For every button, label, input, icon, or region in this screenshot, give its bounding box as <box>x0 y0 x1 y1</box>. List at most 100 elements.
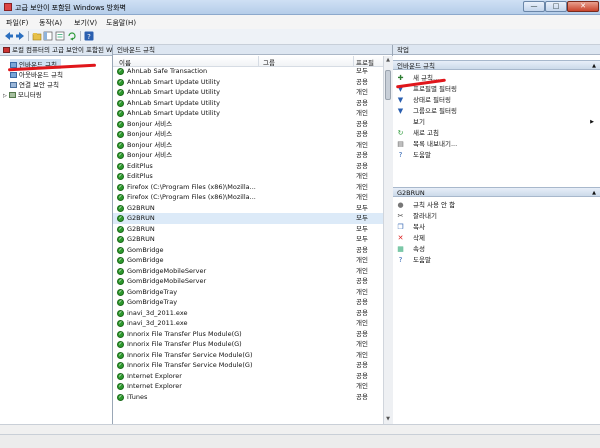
menu-file[interactable]: 파일(F) <box>6 18 28 28</box>
action-item[interactable]: ? 도움말 <box>393 255 600 266</box>
action-item[interactable]: 보기 ▶ <box>393 117 600 128</box>
action-item[interactable]: ✕ 삭제 <box>393 233 600 244</box>
table-row[interactable]: ✓ GomBridgeMobileServer 공용 <box>113 276 383 287</box>
column-separator[interactable] <box>353 56 354 66</box>
scroll-down-icon[interactable]: ▼ <box>385 416 391 424</box>
help-icon[interactable]: ? <box>84 31 94 41</box>
column-separator[interactable] <box>258 56 259 66</box>
action-item[interactable]: ❐ 복사 <box>393 222 600 233</box>
action-item[interactable]: ▼ 프로필별 필터링 <box>393 84 600 95</box>
vertical-scrollbar[interactable]: ▲ ▼ <box>383 56 393 425</box>
table-row[interactable]: ✓ AhnLab Smart Update Utility 개인 <box>113 87 383 98</box>
action-item[interactable]: ▼ 그룹으로 필터링 <box>393 106 600 117</box>
table-row[interactable]: ✓ Internet Explorer 개인 <box>113 381 383 392</box>
rule-name: GomBridgeMobileServer <box>127 266 207 275</box>
rule-name: AhnLab Smart Update Utility <box>127 88 220 96</box>
menu-action[interactable]: 동작(A) <box>39 18 62 28</box>
table-row[interactable]: ✓ EditPlus 공용 <box>113 161 383 172</box>
action-label: 상태로 필터링 <box>413 96 451 104</box>
enabled-check-icon: ✓ <box>117 330 124 338</box>
navigation-tree-pane: 로컬 컴퓨터의 고급 보안이 포함된 Windows 방화벽 인바운드 규칙 아… <box>0 45 113 425</box>
rule-profile: 공용 <box>356 308 368 317</box>
table-row[interactable]: ✓ inavi_3d_2011.exe 개인 <box>113 318 383 329</box>
table-row[interactable]: ✓ GomBridge 공용 <box>113 245 383 256</box>
table-row[interactable]: ✓ GomBridgeMobileServer 개인 <box>113 266 383 277</box>
table-row[interactable]: ✓ Innorix File Transfer Service Module(G)… <box>113 360 383 371</box>
enabled-check-icon: ✓ <box>117 351 124 359</box>
rule-name: EditPlus <box>127 161 153 170</box>
filter-icon: ▼ <box>397 96 404 104</box>
expand-arrow-icon[interactable]: ▷ <box>3 93 7 99</box>
action-item[interactable]: ? 도움말 <box>393 150 600 161</box>
table-row[interactable]: ✓ AhnLab Safe Transaction 모두 <box>113 66 383 77</box>
up-folder-icon[interactable] <box>32 31 42 41</box>
action-item[interactable]: ▼ 상태로 필터링 <box>393 95 600 106</box>
refresh-icon[interactable] <box>67 31 77 41</box>
show-hide-tree-icon[interactable] <box>43 31 53 41</box>
actions-pane: 작업 인바운드 규칙 ▲ ✚ 새 규칙... ▼ 프로필별 필터링 ▼ 상태로 필터링 ▼ 그… <box>393 45 600 425</box>
table-row[interactable]: ✓ GomBridgeTray 개인 <box>113 287 383 298</box>
table-row[interactable]: ✓ Innorix File Transfer Plus Module(G) 공용 <box>113 329 383 340</box>
action-label: 보기 <box>413 118 425 126</box>
section-title: 인바운드 규칙 <box>397 62 435 70</box>
table-row[interactable]: ✓ AhnLab Smart Update Utility 공용 <box>113 98 383 109</box>
table-row[interactable]: ✓ Bonjour 서비스 공용 <box>113 119 383 130</box>
tree-item-label: 연결 보안 규칙 <box>19 81 60 89</box>
table-row[interactable]: ✓ G2BRUN 모두 <box>113 234 383 245</box>
table-row[interactable]: ✓ Firefox (C:\Program Files (x86)\Mozilla… <box>113 192 383 203</box>
minimize-button[interactable]: — <box>523 1 545 12</box>
tree-item-monitoring[interactable]: ▷ 모니터링 <box>3 89 42 99</box>
rule-profile: 개인 <box>356 256 368 264</box>
properties-icon[interactable] <box>55 31 65 41</box>
enabled-check-icon: ✓ <box>117 68 124 75</box>
menu-view[interactable]: 보기(V) <box>74 18 97 28</box>
table-row[interactable]: ✓ inavi_3d_2011.exe 공용 <box>113 308 383 319</box>
action-item[interactable]: ✂ 잘라내기 <box>393 211 600 222</box>
table-row[interactable]: ✓ iTunes 공용 <box>113 392 383 403</box>
action-item[interactable]: ↻ 새로 고침 <box>393 128 600 139</box>
tree-item-connection-security[interactable]: 연결 보안 규칙 <box>10 79 59 89</box>
table-row[interactable]: ✓ AhnLab Smart Update Utility 개인 <box>113 108 383 119</box>
forward-icon[interactable] <box>15 31 25 41</box>
table-row[interactable]: ✓ G2BRUN 모두 <box>113 203 383 214</box>
enabled-check-icon: ✓ <box>117 372 124 380</box>
title-bar[interactable]: 고급 보안이 포함된 Windows 방화벽 — □ ✕ <box>0 0 600 15</box>
table-row[interactable]: ✓ GomBridge 개인 <box>113 255 383 266</box>
action-label: 복사 <box>413 223 425 231</box>
collapse-arrow-icon[interactable]: ▲ <box>592 188 596 198</box>
actions-section-inbound[interactable]: 인바운드 규칙 ▲ <box>393 60 600 70</box>
rule-name: Internet Explorer <box>127 382 182 390</box>
rule-profile: 개인 <box>356 319 368 327</box>
rule-name: GomBridgeTray <box>127 298 178 306</box>
rule-profile: 공용 <box>356 329 368 338</box>
close-button[interactable]: ✕ <box>567 1 599 12</box>
rule-name: G2BRUN <box>127 235 155 243</box>
collapse-arrow-icon[interactable]: ▲ <box>592 61 596 71</box>
cut-icon: ✂ <box>397 212 404 220</box>
action-label: 삭제 <box>413 234 425 242</box>
table-row[interactable]: ✓ Bonjour 서비스 개인 <box>113 140 383 151</box>
actions-section-selected-rule[interactable]: G2BRUN ▲ <box>393 187 600 197</box>
table-row[interactable]: ✓ G2BRUN 모두 <box>113 213 383 224</box>
scroll-up-icon[interactable]: ▲ <box>385 57 391 65</box>
table-row[interactable]: ✓ Internet Explorer 공용 <box>113 371 383 382</box>
scroll-thumb[interactable] <box>385 70 391 100</box>
back-icon[interactable] <box>4 31 14 41</box>
enabled-check-icon: ✓ <box>117 110 124 117</box>
maximize-button[interactable]: □ <box>545 1 567 12</box>
table-row[interactable]: ✓ Firefox (C:\Program Files (x86)\Mozilla… <box>113 182 383 193</box>
table-row[interactable]: ✓ EditPlus 개인 <box>113 171 383 182</box>
table-row[interactable]: ✓ Innorix File Transfer Plus Module(G) 개인 <box>113 339 383 350</box>
toolbar-separator <box>80 31 81 41</box>
table-row[interactable]: ✓ AhnLab Smart Update Utility 공용 <box>113 77 383 88</box>
action-item[interactable]: ● 규칙 사용 안 함 <box>393 200 600 211</box>
table-row[interactable]: ✓ Bonjour 서비스 공용 <box>113 150 383 161</box>
tree-root[interactable]: 로컬 컴퓨터의 고급 보안이 포함된 Windows 방화벽 <box>0 45 112 56</box>
table-row[interactable]: ✓ GomBridgeTray 공용 <box>113 297 383 308</box>
table-row[interactable]: ✓ Bonjour 서비스 공용 <box>113 129 383 140</box>
table-row[interactable]: ✓ G2BRUN 모두 <box>113 224 383 235</box>
action-item[interactable]: ▤ 목록 내보내기... <box>393 139 600 150</box>
menu-help[interactable]: 도움말(H) <box>106 18 136 28</box>
table-row[interactable]: ✓ Innorix File Transfer Service Module(G)… <box>113 350 383 361</box>
action-item[interactable]: ▦ 속성 <box>393 244 600 255</box>
